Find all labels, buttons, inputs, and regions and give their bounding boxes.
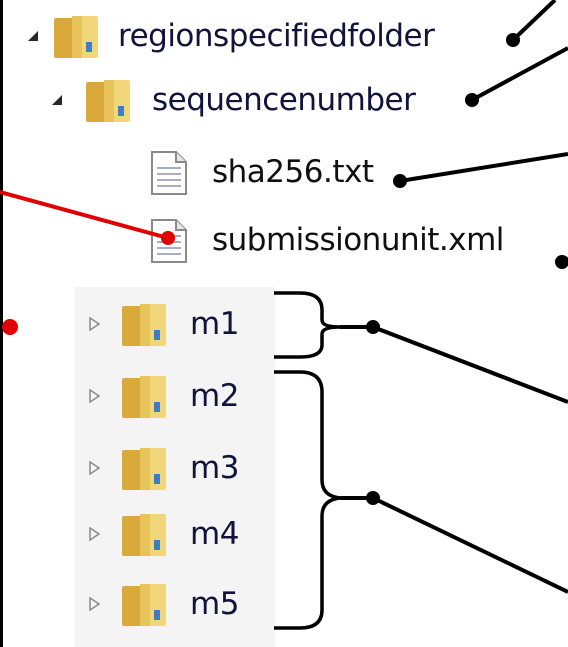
tree-label: m1 [190, 306, 239, 342]
tree-label: m2 [190, 378, 239, 414]
tree-label: regionspecifiedfolder [118, 18, 435, 54]
folder-icon [122, 304, 166, 346]
tree-label: m5 [190, 586, 239, 622]
collapsed-arrow-icon[interactable] [84, 458, 104, 478]
file-tree-panel: regionspecifiedfolder sequencenumber sha… [0, 0, 568, 647]
tree-label: sequencenumber [152, 82, 416, 118]
tree-row-m1[interactable]: m1 [0, 298, 568, 352]
tree-label: sha256.txt [212, 154, 374, 190]
collapsed-arrow-icon[interactable] [84, 386, 104, 406]
collapsed-arrow-icon[interactable] [84, 314, 104, 334]
tree-row-regionspecifiedfolder[interactable]: regionspecifiedfolder [0, 10, 568, 64]
tree-row-m5[interactable]: m5 [0, 578, 568, 632]
tree-label: m3 [190, 450, 239, 486]
expanded-arrow-icon[interactable] [24, 26, 44, 46]
tree-row-sequencenumber[interactable]: sequencenumber [0, 74, 568, 128]
tree-row-m2[interactable]: m2 [0, 370, 568, 424]
tree-label: submissionunit.xml [212, 222, 504, 258]
folder-icon [54, 16, 98, 58]
collapsed-arrow-icon[interactable] [84, 594, 104, 614]
folder-icon [122, 584, 166, 626]
folder-icon [122, 448, 166, 490]
tree-row-sha256-txt[interactable]: sha256.txt [0, 146, 568, 200]
collapsed-arrow-icon[interactable] [84, 524, 104, 544]
folder-icon [122, 514, 166, 556]
folder-icon [122, 376, 166, 418]
tree-row-m4[interactable]: m4 [0, 508, 568, 562]
expanded-arrow-icon[interactable] [48, 90, 68, 110]
tree-label: m4 [190, 516, 239, 552]
tree-row-submissionunit-xml[interactable]: submissionunit.xml [0, 214, 568, 268]
folder-icon [86, 80, 130, 122]
text-file-icon [151, 151, 187, 195]
text-file-icon [151, 219, 187, 263]
tree-row-m3[interactable]: m3 [0, 442, 568, 496]
